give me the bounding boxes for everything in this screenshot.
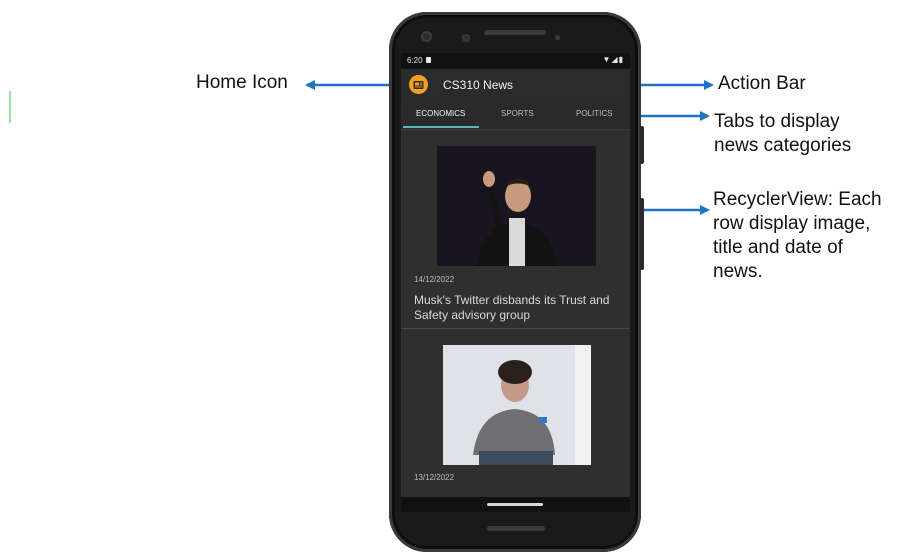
news-date: 13/12/2022 — [414, 473, 455, 482]
annotation-rv-line-1: RecyclerView: Each — [713, 189, 882, 210]
news-item[interactable]: 14/12/2022 Musk's Twitter disbands its T… — [401, 129, 630, 329]
person-waving-photo-svg — [437, 146, 596, 266]
annotation-tabs-line-1: Tabs to display — [714, 111, 840, 132]
proximity-sensor-icon — [555, 35, 560, 40]
status-bar: 6:20 ▼◢▮ — [401, 53, 630, 69]
earpiece-speaker — [484, 30, 546, 35]
sd-card-icon — [426, 57, 431, 63]
newspaper-icon[interactable] — [409, 75, 428, 94]
annotation-rv-line-4: news. — [713, 261, 763, 282]
action-bar: CS310 News — [401, 69, 630, 101]
status-icons: ▼◢▮ — [603, 55, 624, 64]
battery-icon: ▮ — [618, 55, 624, 64]
news-item[interactable]: 13/12/2022 — [401, 329, 630, 497]
news-date: 14/12/2022 — [414, 275, 455, 284]
annotation-rv-line-2: row display image, — [713, 213, 871, 234]
status-time: 6:20 — [407, 56, 423, 65]
annotation-rv-line-3: title and date of — [713, 237, 843, 258]
power-button — [640, 126, 644, 164]
navigation-bar — [401, 497, 630, 512]
tab-indicator — [403, 126, 479, 128]
person-seated-photo-svg — [443, 345, 591, 465]
tab-bar: ECONOMICS SPORTS POLITICS — [401, 101, 630, 130]
news-title: Musk's Twitter disbands its Trust and Sa… — [414, 293, 610, 322]
volume-button — [640, 198, 644, 270]
tab-economics[interactable]: ECONOMICS — [416, 109, 465, 118]
annotation-tabs-line-2: news categories — [714, 135, 852, 156]
annotation-recyclerview: RecyclerView: Each row display image, ti… — [713, 188, 899, 284]
app-title: CS310 News — [443, 78, 514, 92]
home-gesture-pill[interactable] — [487, 503, 543, 506]
signal-icon: ◢ — [611, 55, 619, 64]
tab-sports[interactable]: SPORTS — [501, 109, 534, 118]
left-edge-mark — [9, 91, 11, 123]
person-seated-photo — [443, 345, 591, 465]
phone-screen: 6:20 ▼◢▮ CS310 News ECONOMICS SPORTS POL… — [401, 53, 630, 512]
front-camera-icon — [421, 31, 432, 42]
tab-politics[interactable]: POLITICS — [576, 109, 612, 118]
sensor-icon — [462, 34, 470, 42]
annotation-home-icon: Home Icon — [196, 72, 288, 93]
bottom-speaker — [487, 526, 545, 531]
annotation-action-bar: Action Bar — [718, 73, 806, 94]
newspaper-icon-svg — [413, 81, 424, 89]
person-waving-photo — [437, 146, 596, 266]
annotation-tabs: Tabs to display news categories — [714, 110, 894, 158]
